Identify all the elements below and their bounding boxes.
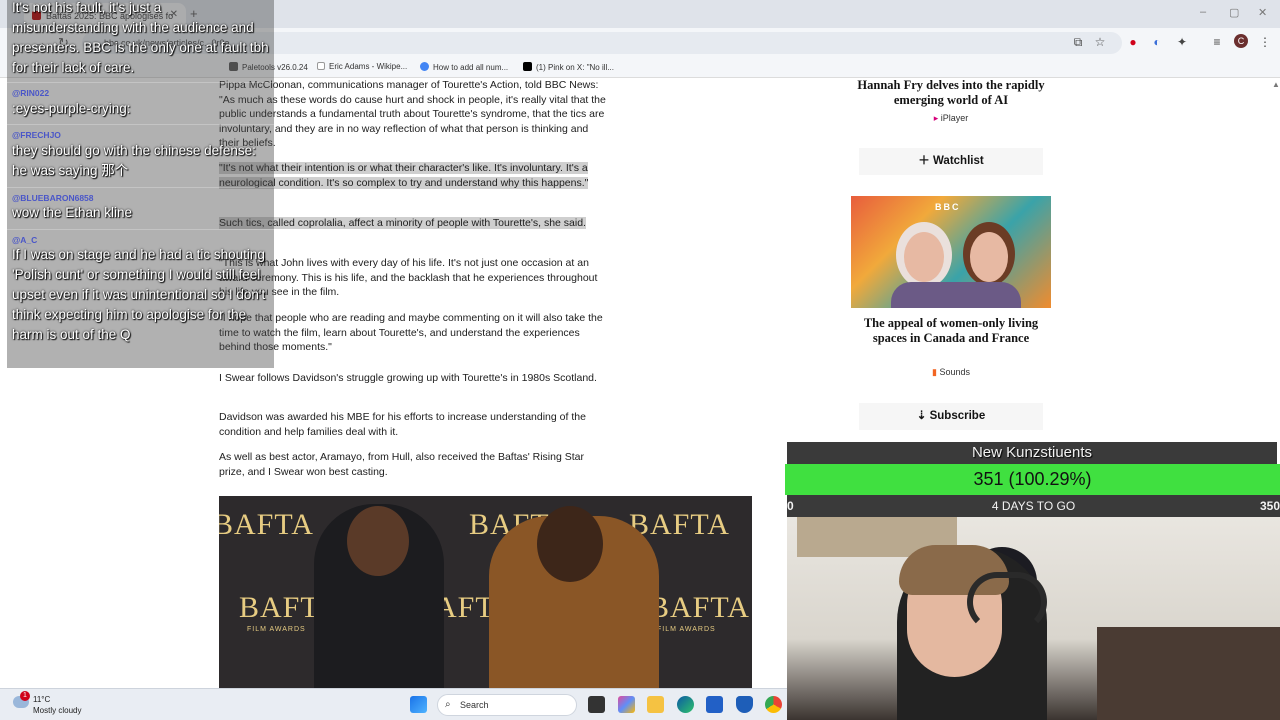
weather-temperature[interactable]: 11°C [33,695,50,704]
wikipedia-icon [317,62,325,70]
install-app-icon[interactable]: ⧉ [1071,35,1085,49]
article-paragraph: Davidson was awarded his MBE for his eff… [219,411,586,438]
article-paragraph-highlighted: Such tics, called coprolalia, affect a m… [219,217,586,229]
minimize-icon[interactable]: – [1200,6,1206,18]
reading-list-icon[interactable]: ≡ [1210,35,1224,49]
card-tag-sounds: ▮ Sounds [932,367,970,377]
woman-right-face [970,232,1008,282]
security-shield-icon[interactable] [736,696,753,713]
bafta-subtext: FILM AWARDS [247,626,306,633]
chat-username: @RIN022 [12,88,50,98]
bafta-logo-text: BAFTA [649,591,750,624]
chat-divider [7,124,274,125]
bbc-logo: BBC [935,202,961,212]
woman-left-face [904,232,944,282]
goal-countdown: 4 DAYS TO GO [991,499,1076,513]
chat-message: :eyes-purple-crying: [12,101,131,116]
extensions-icon[interactable]: ✦ [1175,35,1189,49]
article-paragraph: I Swear follows Davidson's struggle grow… [219,372,597,384]
bookmark-star-icon[interactable]: ☆ [1093,35,1107,49]
bookmark-how-to-add[interactable]: How to add all num... [420,62,508,72]
chat-message: wow the Ethan kline [12,205,133,220]
search-icon: ⌕ [445,699,451,710]
x-logo-icon [523,62,532,71]
scrollbar-up-icon[interactable]: ▲ [1272,80,1280,90]
menu-kebab-icon[interactable]: ⋮ [1258,35,1272,49]
taskbar-search[interactable]: ⌕ Search [437,694,577,716]
article-paragraph: Pippa McCloonan, communications manager … [219,79,606,150]
profile-avatar[interactable]: C [1234,34,1248,48]
audio-equipment [1097,627,1280,720]
chat-message: It's not his fault, it's just a misunder… [12,0,269,75]
chat-username: @A_C [12,235,38,245]
chat-username: @FRECHJO [12,130,61,140]
chat-divider [7,229,274,230]
stream-chat-overlay: It's not his fault, it's just a misunder… [7,0,274,368]
article-photo: BAFTA BAFTA BAFTA BAFTA BAFTA BAFTA FILM… [219,496,752,690]
card-tag-iplayer: ▸ iPlayer [933,113,969,123]
card-title-women-only[interactable]: The appeal of women-only living spaces i… [851,316,1051,345]
edge-browser-icon[interactable] [677,696,694,713]
audio-extension-icon[interactable]: ◐ [1150,35,1164,49]
bafta-subtext: FILM AWARDS [657,626,716,633]
weather-condition[interactable]: Mostly cloudy [33,706,81,715]
article-paragraph: As well as best actor, Aramayo, from Hul… [219,451,584,478]
download-icon: ⇣ [916,410,930,422]
goal-progress-bar: 351 (100.29%) [785,464,1280,495]
chat-message: they should go with the chinese defense:… [12,143,256,178]
card-title-hannah-fry[interactable]: Hannah Fry delves into the rapidly emerg… [851,78,1051,107]
watchlist-button[interactable]: ＋ Watchlist [859,148,1043,175]
microsoft-store-icon[interactable] [706,696,723,713]
bookmark-eric-adams[interactable]: Eric Adams - Wikipe... [317,62,407,71]
bafta-logo-text: BAFTA [219,508,314,541]
plus-icon: ＋ [918,155,933,167]
bookmark-pink-on-x[interactable]: (1) Pink on X: "No ill... [523,62,614,72]
person-left-face [347,506,409,576]
subscribe-button[interactable]: ⇣ Subscribe [859,403,1043,430]
task-view-icon[interactable] [588,696,605,713]
shoulders [891,282,1021,308]
headphones [967,572,1047,632]
promo-image[interactable]: BBC [851,196,1051,308]
goal-value: 351 (100.29%) [973,469,1092,489]
goal-target-label: 350 [1259,499,1280,513]
close-window-icon[interactable]: ✕ [1258,6,1267,19]
notification-badge: 1 [20,691,30,701]
windows-start-icon[interactable] [410,696,427,713]
copilot-icon[interactable] [618,696,635,713]
article-paragraph: "This is what John lives with every day … [219,257,598,299]
article-paragraph: "I hope that people who are reading and … [219,312,603,354]
chat-username: @BLUEBARON6858 [12,193,94,203]
opera-extension-icon[interactable]: ● [1126,35,1140,49]
chat-message: If I was on stage and he had a tic shout… [12,247,266,342]
chat-divider [7,82,274,83]
google-icon [420,62,429,71]
iplayer-icon: ▸ [933,113,941,123]
person-right-face [537,506,603,582]
file-explorer-icon[interactable] [647,696,664,713]
webcam-feed [787,517,1280,720]
chrome-icon[interactable] [765,696,782,713]
maximize-icon[interactable]: ▢ [1229,6,1239,19]
chat-divider [7,187,274,188]
goal-footer: 0 4 DAYS TO GO 350 [787,495,1280,517]
windows-taskbar: 1 11°C Mostly cloudy ⌕ Search [0,688,787,720]
goal-title: New Kunzstiuents [787,442,1277,464]
article-paragraph-highlighted: "It's not what their intention is or wha… [219,162,589,189]
